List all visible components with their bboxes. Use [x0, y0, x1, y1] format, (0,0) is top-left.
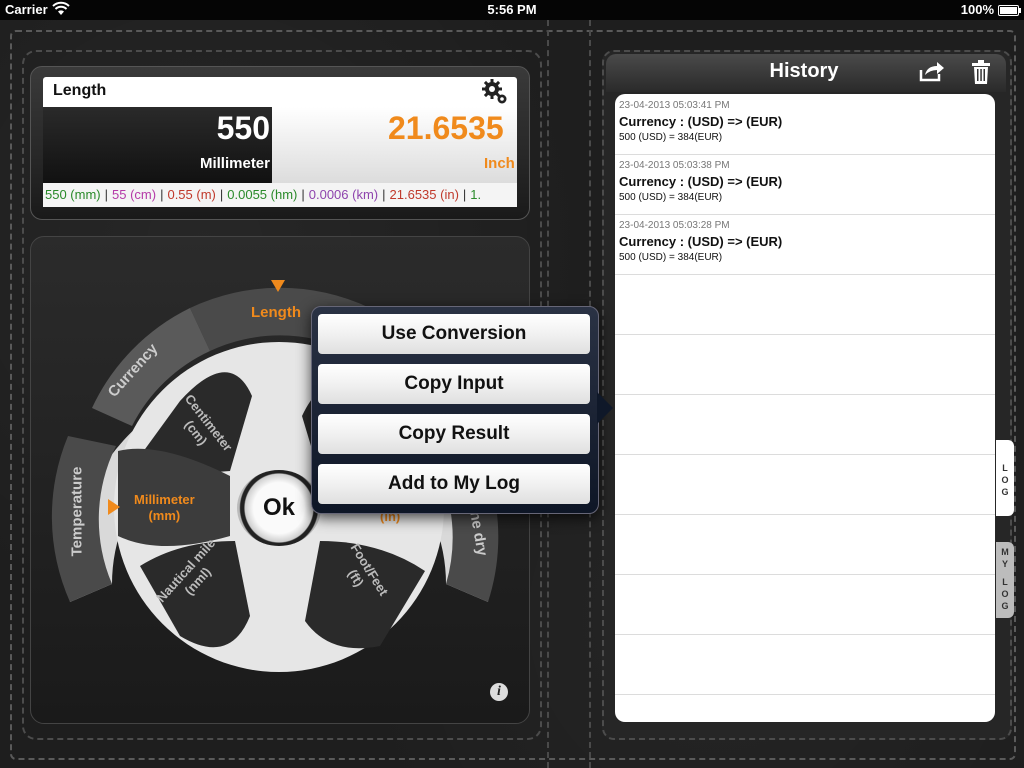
output-unit-label: Inch [484, 155, 515, 172]
ok-button[interactable]: Ok [237, 470, 321, 546]
strip-unit-value[interactable]: 550 (mm) [43, 187, 103, 202]
empty-row [615, 514, 995, 575]
all-units-strip: 550 (mm) | 55 (cm) | 0.55 (m) | 0.0055 (hm) | 0.… [43, 183, 517, 207]
history-entry[interactable]: 23-04-2013 05:03:38 PM Currency : (USD) … [615, 154, 995, 215]
tab-my-log-letter: M [1001, 547, 1009, 557]
empty-row [615, 334, 995, 395]
tab-my-log-letter: Y [1001, 559, 1008, 569]
entry-title: Currency : (USD) => (EUR) [619, 234, 783, 249]
empty-row [615, 274, 995, 335]
history-entry[interactable]: 23-04-2013 05:03:41 PM Currency : (USD) … [615, 94, 995, 155]
history-entry[interactable]: 23-04-2013 05:03:28 PM Currency : (USD) … [615, 214, 995, 275]
display-header [43, 77, 517, 107]
popover-arrow [597, 392, 613, 424]
share-icon[interactable] [919, 60, 945, 82]
strip-unit-value[interactable]: 21.6535 (in) [388, 187, 461, 202]
strip-separator: | [382, 187, 386, 202]
empty-row [615, 454, 995, 515]
entry-detail: 500 (USD) = 384(EUR) [619, 252, 723, 263]
strip-separator: | [104, 187, 109, 202]
strip-unit-value[interactable]: 55 (cm) [110, 187, 158, 202]
history-list: 23-04-2013 05:03:41 PM Currency : (USD) … [615, 94, 995, 722]
tab-my-log-letter: G [1001, 601, 1009, 611]
entry-date: 23-04-2013 05:03:41 PM [619, 100, 730, 111]
status-time: 5:56 PM [487, 2, 537, 17]
tab-log-letter: G [1001, 487, 1009, 497]
add-to-my-log-button[interactable]: Add to My Log [318, 464, 590, 504]
entry-title: Currency : (USD) => (EUR) [619, 174, 783, 189]
empty-row [615, 634, 995, 695]
strip-separator: | [301, 187, 305, 202]
unit-label-millimeter[interactable]: Millimeter (mm) [134, 492, 195, 524]
entry-title: Currency : (USD) => (EUR) [619, 114, 783, 129]
entry-date: 23-04-2013 05:03:38 PM [619, 160, 730, 171]
battery-percent: 100% [960, 2, 994, 17]
tab-log-letter: O [1001, 475, 1009, 485]
strip-unit-value[interactable]: 1. [468, 187, 483, 202]
entry-date: 23-04-2013 05:03:28 PM [619, 220, 730, 231]
ring-label-length[interactable]: Length [251, 304, 301, 321]
input-unit-label: Millimeter [199, 155, 270, 172]
empty-row [615, 574, 995, 635]
entry-detail: 500 (USD) = 384(EUR) [619, 132, 723, 143]
tab-log[interactable]: L O G [996, 440, 1014, 516]
status-bar: Carrier 5:56 PM 100% [0, 0, 1024, 20]
empty-row [615, 394, 995, 455]
copy-result-button[interactable]: Copy Result [318, 414, 590, 454]
strip-unit-value[interactable]: 0.0055 (hm) [225, 187, 299, 202]
ring-label-temperature[interactable]: Temperature [68, 467, 85, 557]
output-value: 21.6535 [388, 110, 504, 146]
strip-unit-value[interactable]: 0.0006 (km) [307, 187, 380, 202]
copy-input-button[interactable]: Copy Input [318, 364, 590, 404]
entry-detail: 500 (USD) = 384(EUR) [619, 192, 723, 203]
tab-my-log[interactable]: M Y L O G [996, 542, 1014, 618]
battery-icon [998, 5, 1021, 16]
category-title: Length [53, 82, 107, 99]
use-conversion-button[interactable]: Use Conversion [318, 314, 590, 354]
info-icon[interactable]: i [490, 683, 508, 701]
gear-icon[interactable] [481, 78, 509, 106]
trash-icon[interactable] [972, 60, 990, 84]
tab-my-log-letter: O [1001, 589, 1009, 599]
input-value[interactable]: 550 [150, 110, 270, 147]
tab-my-log-letter: L [1002, 577, 1008, 587]
tab-log-letter: L [1002, 463, 1008, 473]
strip-unit-value[interactable]: 0.55 (m) [165, 187, 217, 202]
